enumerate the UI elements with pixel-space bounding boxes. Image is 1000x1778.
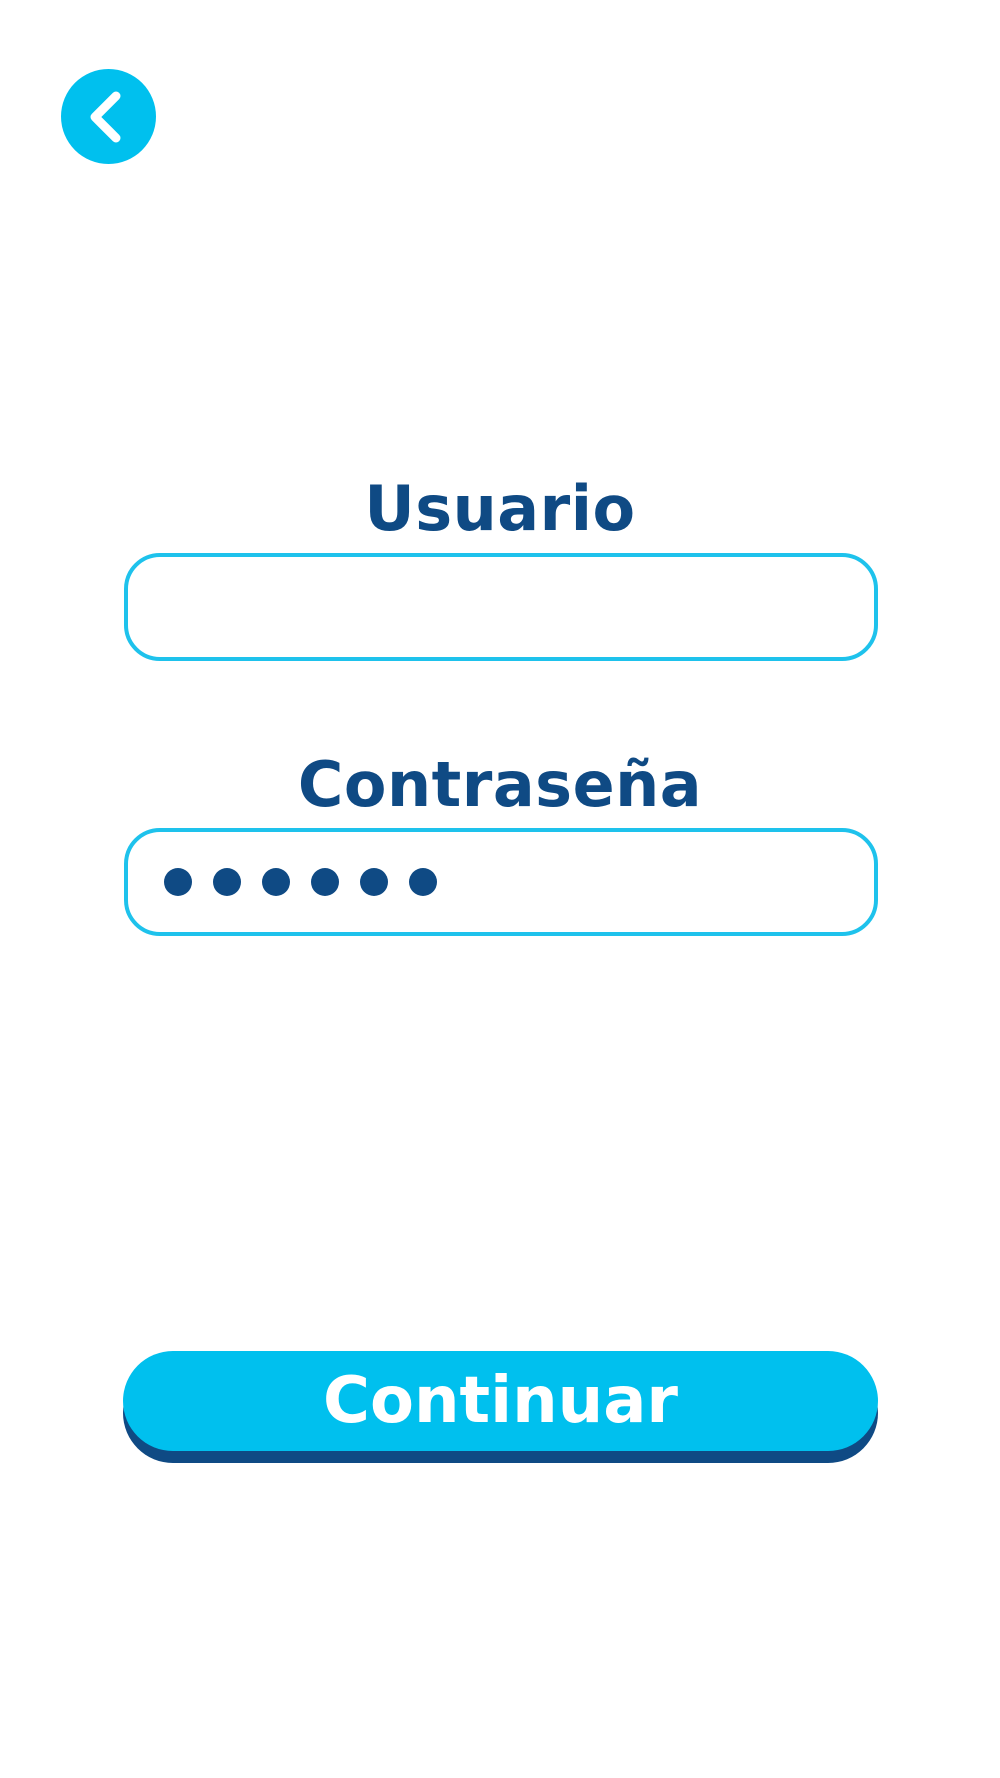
username-field-box (124, 553, 878, 661)
password-input[interactable] (128, 832, 874, 932)
password-label: Contraseña (297, 748, 703, 821)
password-field-box (124, 828, 878, 936)
username-input[interactable] (128, 557, 874, 657)
chevron-left-icon (90, 91, 121, 143)
continue-button-wrap: Continuar (123, 1351, 878, 1463)
username-label: Usuario (364, 472, 636, 545)
back-button[interactable] (61, 69, 156, 164)
continue-button[interactable]: Continuar (123, 1351, 878, 1451)
